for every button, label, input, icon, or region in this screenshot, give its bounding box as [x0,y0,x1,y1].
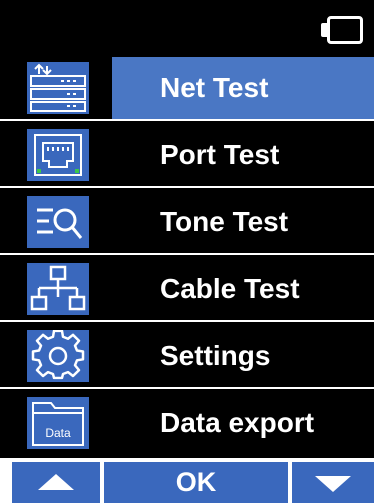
menu-item-label: Net Test [160,72,269,103]
network-topology-icon [27,263,89,315]
menu-item-label-box: Port Test [112,124,374,186]
menu-item-label: Cable Test [160,273,300,304]
menu-item-cable-test[interactable]: Cable Test [0,258,374,322]
down-button[interactable] [292,462,374,503]
divider [0,320,374,322]
menu-item-label-box: Cable Test [112,258,374,320]
menu-item-settings[interactable]: Settings [0,325,374,389]
menu-item-label: Settings [160,340,271,371]
menu-item-icon-box [12,325,108,387]
gear-icon [27,330,89,382]
search-list-icon [27,196,89,248]
menu-item-label: Data export [160,407,315,438]
menu-item-icon-box: Data [12,392,108,454]
menu-item-label-box: Data export [112,392,374,454]
network-rack-icon [27,62,89,114]
divider [0,186,374,188]
status-bar [0,0,374,57]
menu-item-icon-box [12,57,108,119]
divider [0,387,374,389]
menu-item-label: Tone Test [160,206,289,237]
divider [0,253,374,255]
divider [0,119,374,121]
menu-item-label-box: Net Test [112,57,374,119]
data-folder-icon: Data [27,397,89,449]
data-folder-icon-text: Data [45,426,71,440]
menu-item-label: Port Test [160,139,280,170]
menu-item-icon-box [12,124,108,186]
arrow-down-icon [315,476,351,492]
menu-item-icon-box [12,191,108,253]
up-button[interactable] [12,462,100,503]
menu-item-label-box: Settings [112,325,374,387]
menu-item-net-test[interactable]: Net Test [0,57,374,121]
softkey-bar: OK [0,458,374,503]
arrow-up-icon [38,474,74,490]
ethernet-port-icon [27,129,89,181]
ok-button[interactable]: OK [104,462,288,503]
menu-item-label-box: Tone Test [112,191,374,253]
menu-item-port-test[interactable]: Port Test [0,124,374,188]
menu-item-data-export[interactable]: Data Data export [0,392,374,456]
menu-item-tone-test[interactable]: Tone Test [0,191,374,255]
battery-icon [327,16,363,44]
menu-item-icon-box [12,258,108,320]
